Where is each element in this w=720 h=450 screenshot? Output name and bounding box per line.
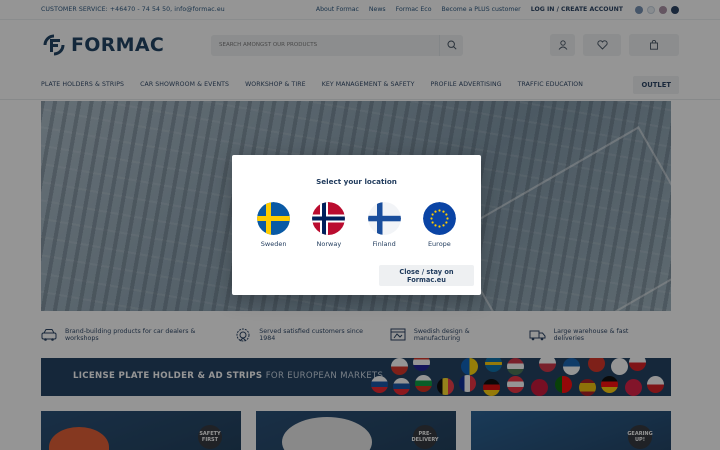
modal-title: Select your location bbox=[316, 177, 397, 186]
location-label: Europe bbox=[427, 240, 451, 248]
location-option-sweden[interactable]: Sweden bbox=[254, 202, 294, 248]
eu-flag-icon bbox=[422, 202, 456, 235]
location-label: Norway bbox=[316, 240, 342, 248]
location-label: Finland bbox=[372, 240, 396, 248]
norway-flag-icon bbox=[312, 202, 346, 235]
location-options: Sweden Norway Finland Europe bbox=[232, 202, 481, 248]
location-option-finland[interactable]: Finland bbox=[364, 202, 404, 248]
location-option-norway[interactable]: Norway bbox=[309, 202, 349, 248]
location-label: Sweden bbox=[260, 240, 287, 248]
close-stay-button[interactable]: Close / stay on Formac.eu bbox=[379, 265, 474, 286]
location-option-europe[interactable]: Europe bbox=[419, 202, 459, 248]
finland-flag-icon bbox=[367, 202, 401, 235]
location-modal: Select your location Sweden Norway Finla… bbox=[232, 155, 481, 295]
sweden-flag-icon bbox=[257, 202, 291, 235]
